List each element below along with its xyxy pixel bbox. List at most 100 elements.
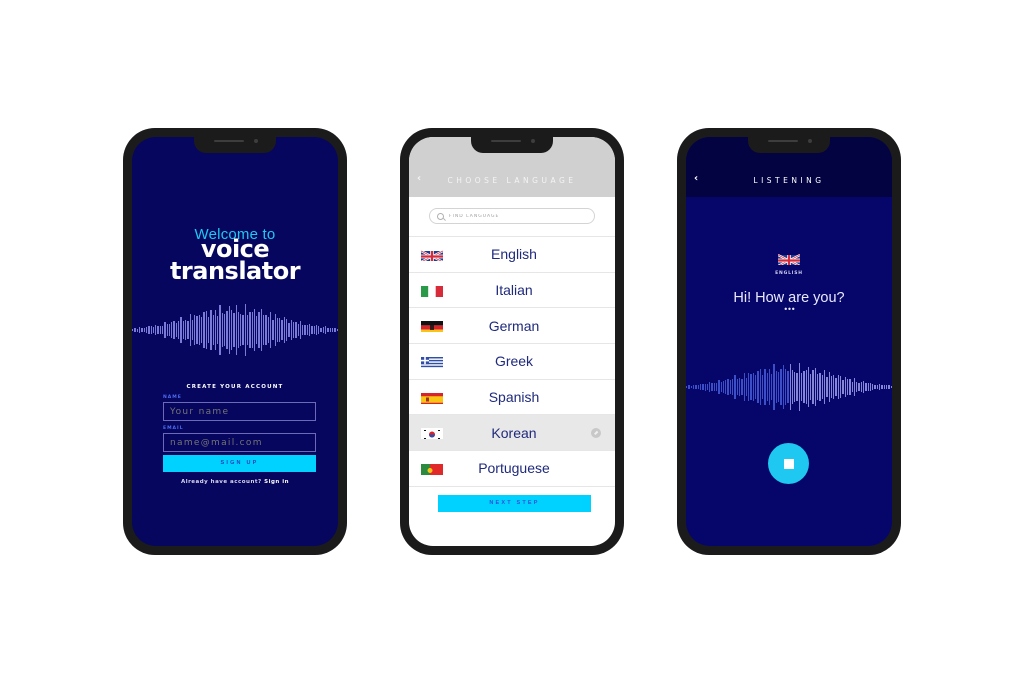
welcome-screen: Welcome to voice translator CREATE YOUR … xyxy=(132,137,338,546)
email-input[interactable] xyxy=(163,433,316,452)
wave-bar xyxy=(745,377,748,397)
wave-bar xyxy=(226,310,228,350)
wave-bar xyxy=(325,326,327,334)
wave-bar xyxy=(288,322,290,338)
wave-bar xyxy=(734,375,736,399)
wave-bar xyxy=(810,374,812,400)
search-input[interactable] xyxy=(449,213,579,219)
language-label: ENGLISH xyxy=(775,271,803,276)
wave-bar xyxy=(780,369,782,405)
wave-bar xyxy=(750,373,752,401)
wave-bar xyxy=(699,384,702,390)
wave-bar xyxy=(207,316,210,344)
wave-bar xyxy=(322,327,325,333)
wave-bar xyxy=(874,384,876,390)
wave-bar xyxy=(242,314,244,346)
wave-bar xyxy=(269,311,272,349)
wave-bar xyxy=(139,327,141,333)
language-item-english[interactable]: English xyxy=(409,237,615,273)
soundwave-graphic xyxy=(686,359,892,415)
wave-bar xyxy=(759,369,761,405)
wave-bar xyxy=(702,383,704,391)
wave-bar xyxy=(752,373,755,401)
wave-bar xyxy=(196,315,198,345)
spain-flag-icon xyxy=(421,391,443,404)
phone-choose-language: ‹ CHOOSE LANGUAGE English Italian xyxy=(400,128,624,555)
phone-notch xyxy=(471,137,553,153)
language-item-italian[interactable]: Italian xyxy=(409,273,615,309)
wave-bar xyxy=(800,372,803,402)
wave-bar xyxy=(798,362,800,412)
wave-bar xyxy=(697,384,699,390)
language-item-korean[interactable]: Korean xyxy=(409,415,615,452)
wave-bar xyxy=(191,320,194,340)
language-item-greek[interactable]: Greek xyxy=(409,344,615,380)
portugal-flag-icon xyxy=(421,462,443,475)
wave-bar xyxy=(718,379,720,395)
wave-bar xyxy=(327,328,329,332)
wave-bar xyxy=(881,385,883,389)
wave-bar xyxy=(823,370,826,404)
recognized-phrase: Hi! How are you? xyxy=(733,290,845,306)
app-brand: voice translator xyxy=(132,237,338,283)
sign-in-link[interactable]: Sign in xyxy=(264,479,289,485)
wave-bar xyxy=(865,383,867,391)
wave-bar xyxy=(863,381,865,393)
wave-bar xyxy=(152,326,155,334)
wave-bar xyxy=(295,321,297,339)
wave-bar xyxy=(725,379,727,395)
wave-bar xyxy=(184,320,187,340)
wave-bar xyxy=(872,383,874,391)
wave-bar xyxy=(741,378,743,396)
wave-bar xyxy=(879,383,881,391)
wave-bar xyxy=(761,374,764,400)
wave-bar xyxy=(180,317,182,343)
wave-bar xyxy=(890,385,892,389)
language-item-portuguese[interactable]: Portuguese xyxy=(409,451,615,487)
wave-bar xyxy=(331,328,334,332)
wave-bar xyxy=(244,303,246,357)
germany-flag-icon xyxy=(421,319,443,333)
wave-bar xyxy=(306,324,308,336)
wave-bar xyxy=(235,304,237,356)
sign-up-button[interactable]: SIGN UP xyxy=(163,455,316,472)
wave-bar xyxy=(693,384,695,390)
next-step-button[interactable]: NEXT STEP xyxy=(438,495,591,512)
search-bar[interactable] xyxy=(429,208,595,224)
language-item-german[interactable]: German xyxy=(409,308,615,345)
wave-bar xyxy=(198,314,201,346)
wave-bar xyxy=(784,368,787,406)
wave-bar xyxy=(833,375,835,399)
wave-bar xyxy=(246,314,249,346)
stop-button[interactable] xyxy=(768,443,809,484)
wave-bar xyxy=(817,373,819,401)
wave-bar xyxy=(842,380,844,394)
wave-bar xyxy=(858,382,860,392)
wave-bar xyxy=(764,368,766,406)
wave-bar xyxy=(846,379,849,395)
phone-notch xyxy=(194,137,276,153)
wave-bar xyxy=(258,311,260,349)
name-input[interactable] xyxy=(163,402,316,421)
wave-bar xyxy=(766,372,768,402)
wave-bar xyxy=(173,320,175,340)
wave-bar xyxy=(155,324,157,336)
wave-bar xyxy=(178,321,180,339)
wave-bar xyxy=(709,381,711,393)
wave-bar xyxy=(716,382,718,392)
language-item-spanish[interactable]: Spanish xyxy=(409,380,615,416)
wave-bar xyxy=(748,372,750,402)
wave-bar xyxy=(771,374,773,400)
wave-bar xyxy=(274,314,276,346)
wave-bar xyxy=(297,324,299,336)
wave-bar xyxy=(221,312,224,348)
wave-bar xyxy=(768,368,771,406)
phone-listening: ‹ LISTENING ENGLISH Hi! How are you? ••• xyxy=(677,128,901,555)
wave-bar xyxy=(695,384,697,390)
wave-bar xyxy=(187,321,189,339)
wave-bar xyxy=(189,314,191,346)
wave-bar xyxy=(791,370,794,404)
typing-indicator: ••• xyxy=(783,305,795,314)
check-icon xyxy=(591,427,601,438)
already-label: Already have account? xyxy=(180,479,262,485)
